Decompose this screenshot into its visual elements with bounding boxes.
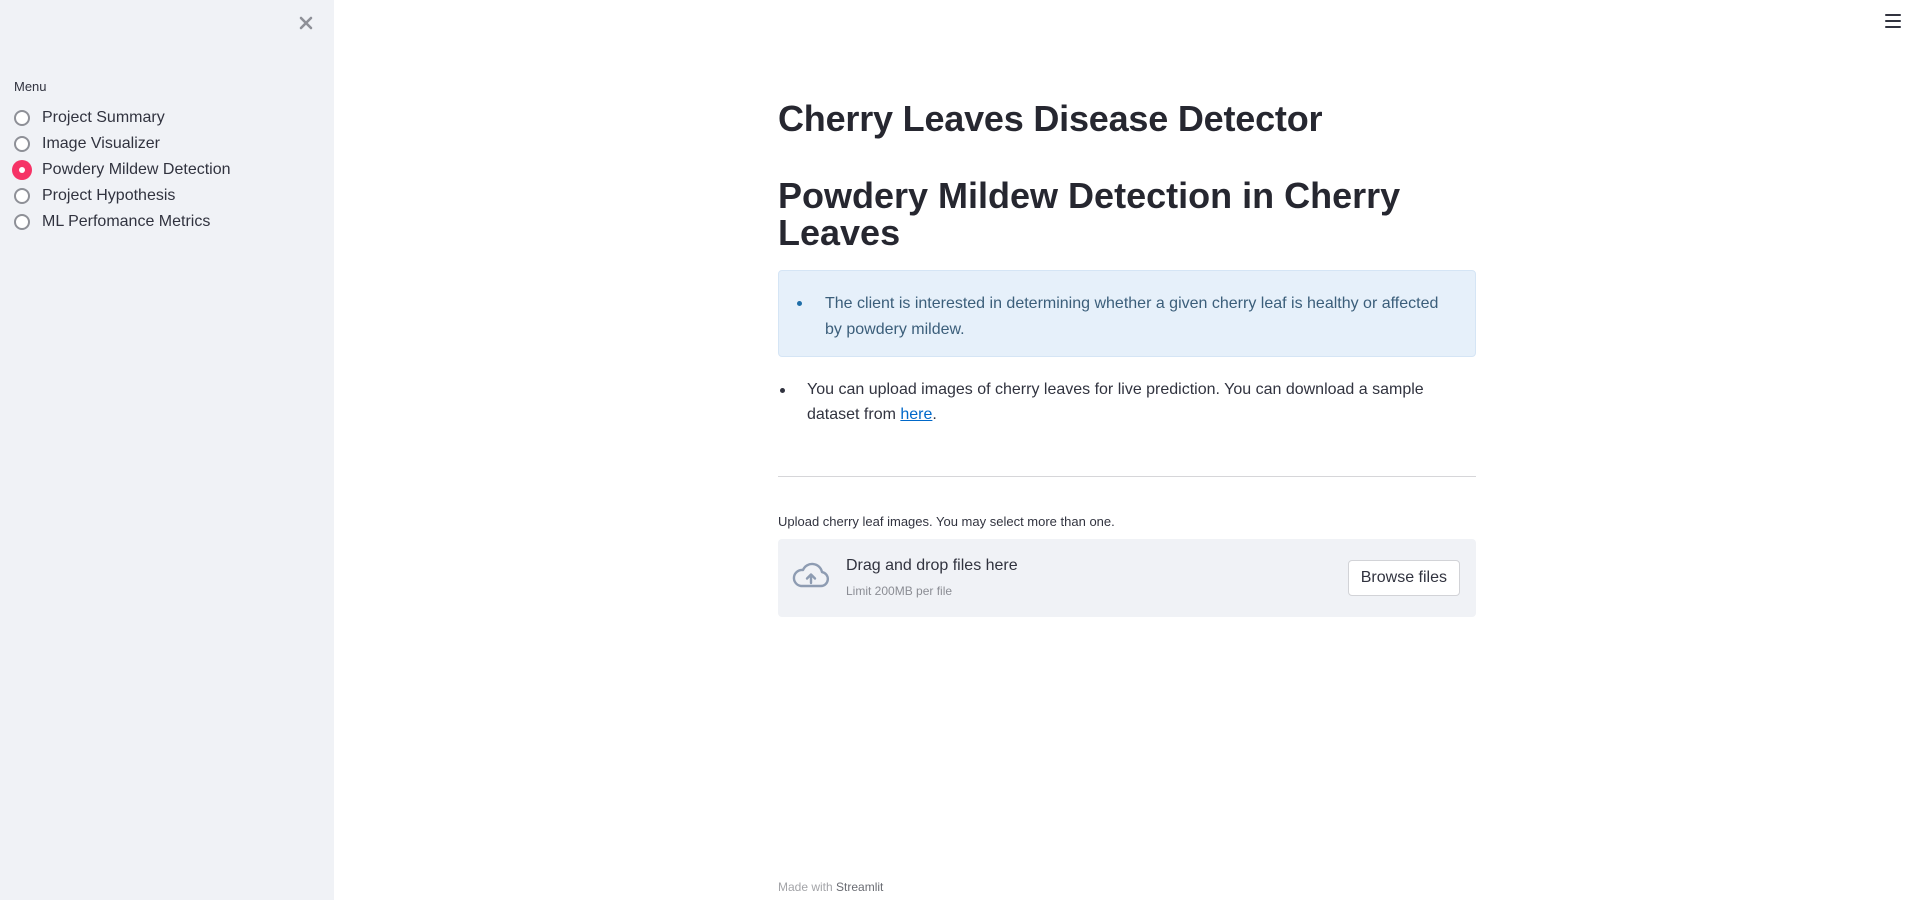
hamburger-menu-icon-line <box>1885 26 1901 28</box>
divider <box>778 476 1476 477</box>
file-dropzone[interactable]: Drag and drop files here Limit 200MB per… <box>778 539 1476 617</box>
hamburger-menu-button[interactable] <box>1885 14 1901 28</box>
streamlit-link[interactable]: Streamlit <box>836 880 883 894</box>
radio-option-powdery-mildew-detection[interactable]: Powdery Mildew Detection <box>12 157 231 183</box>
radio-button[interactable] <box>14 136 30 152</box>
radio-button[interactable] <box>14 110 30 126</box>
hamburger-menu-icon-line <box>1885 14 1901 16</box>
page-subtitle: Powdery Mildew Detection in Cherry Leave… <box>778 175 1401 253</box>
upload-note: You can upload images of cherry leaves f… <box>778 377 1476 427</box>
dropzone-instructions: Drag and drop files here <box>846 557 1018 574</box>
cloud-upload-icon <box>792 562 830 588</box>
upload-note-text: You can upload images of cherry leaves f… <box>778 377 1476 427</box>
radio-button[interactable] <box>14 214 30 230</box>
close-icon <box>299 16 313 30</box>
browse-files-button[interactable]: Browse files <box>1347 560 1460 596</box>
radio-option-label: Image Visualizer <box>42 135 160 152</box>
bullet-icon <box>797 301 802 306</box>
radio-option-label: Powdery Mildew Detection <box>42 161 231 178</box>
dataset-download-link[interactable]: here <box>900 406 932 423</box>
footer-prefix: Made with <box>778 880 837 894</box>
radio-option-image-visualizer[interactable]: Image Visualizer <box>14 131 231 157</box>
dropzone-file-limit: Limit 200MB per file <box>846 584 953 598</box>
app-root: Menu Project Summary Image Visualizer Po… <box>0 0 1913 900</box>
sidebar: Menu Project Summary Image Visualizer Po… <box>0 0 334 900</box>
radio-option-label: Project Hypothesis <box>42 187 176 204</box>
radio-option-project-summary[interactable]: Project Summary <box>14 105 231 131</box>
radio-option-label: ML Perfomance Metrics <box>42 213 211 230</box>
info-alert-text: The client is interested in determining … <box>825 295 1439 338</box>
radio-button[interactable] <box>14 188 30 204</box>
info-alert: The client is interested in determining … <box>778 270 1476 357</box>
bullet-icon <box>780 388 785 393</box>
radio-button-selected[interactable] <box>12 160 32 180</box>
file-uploader-label: Upload cherry leaf images. You may selec… <box>778 514 1115 529</box>
menu-label: Menu <box>14 79 47 94</box>
menu-radio-group: Project Summary Image Visualizer Powdery… <box>12 105 231 235</box>
radio-option-label: Project Summary <box>42 109 165 126</box>
page-title: Cherry Leaves Disease Detector <box>778 98 1323 139</box>
radio-option-project-hypothesis[interactable]: Project Hypothesis <box>14 183 231 209</box>
sidebar-close-button[interactable] <box>290 10 322 36</box>
upload-note-suffix: . <box>932 406 937 423</box>
hamburger-menu-icon-line <box>1885 20 1901 22</box>
footer: Made with Streamlit <box>778 880 883 894</box>
radio-option-ml-performance-metrics[interactable]: ML Perfomance Metrics <box>14 209 231 235</box>
